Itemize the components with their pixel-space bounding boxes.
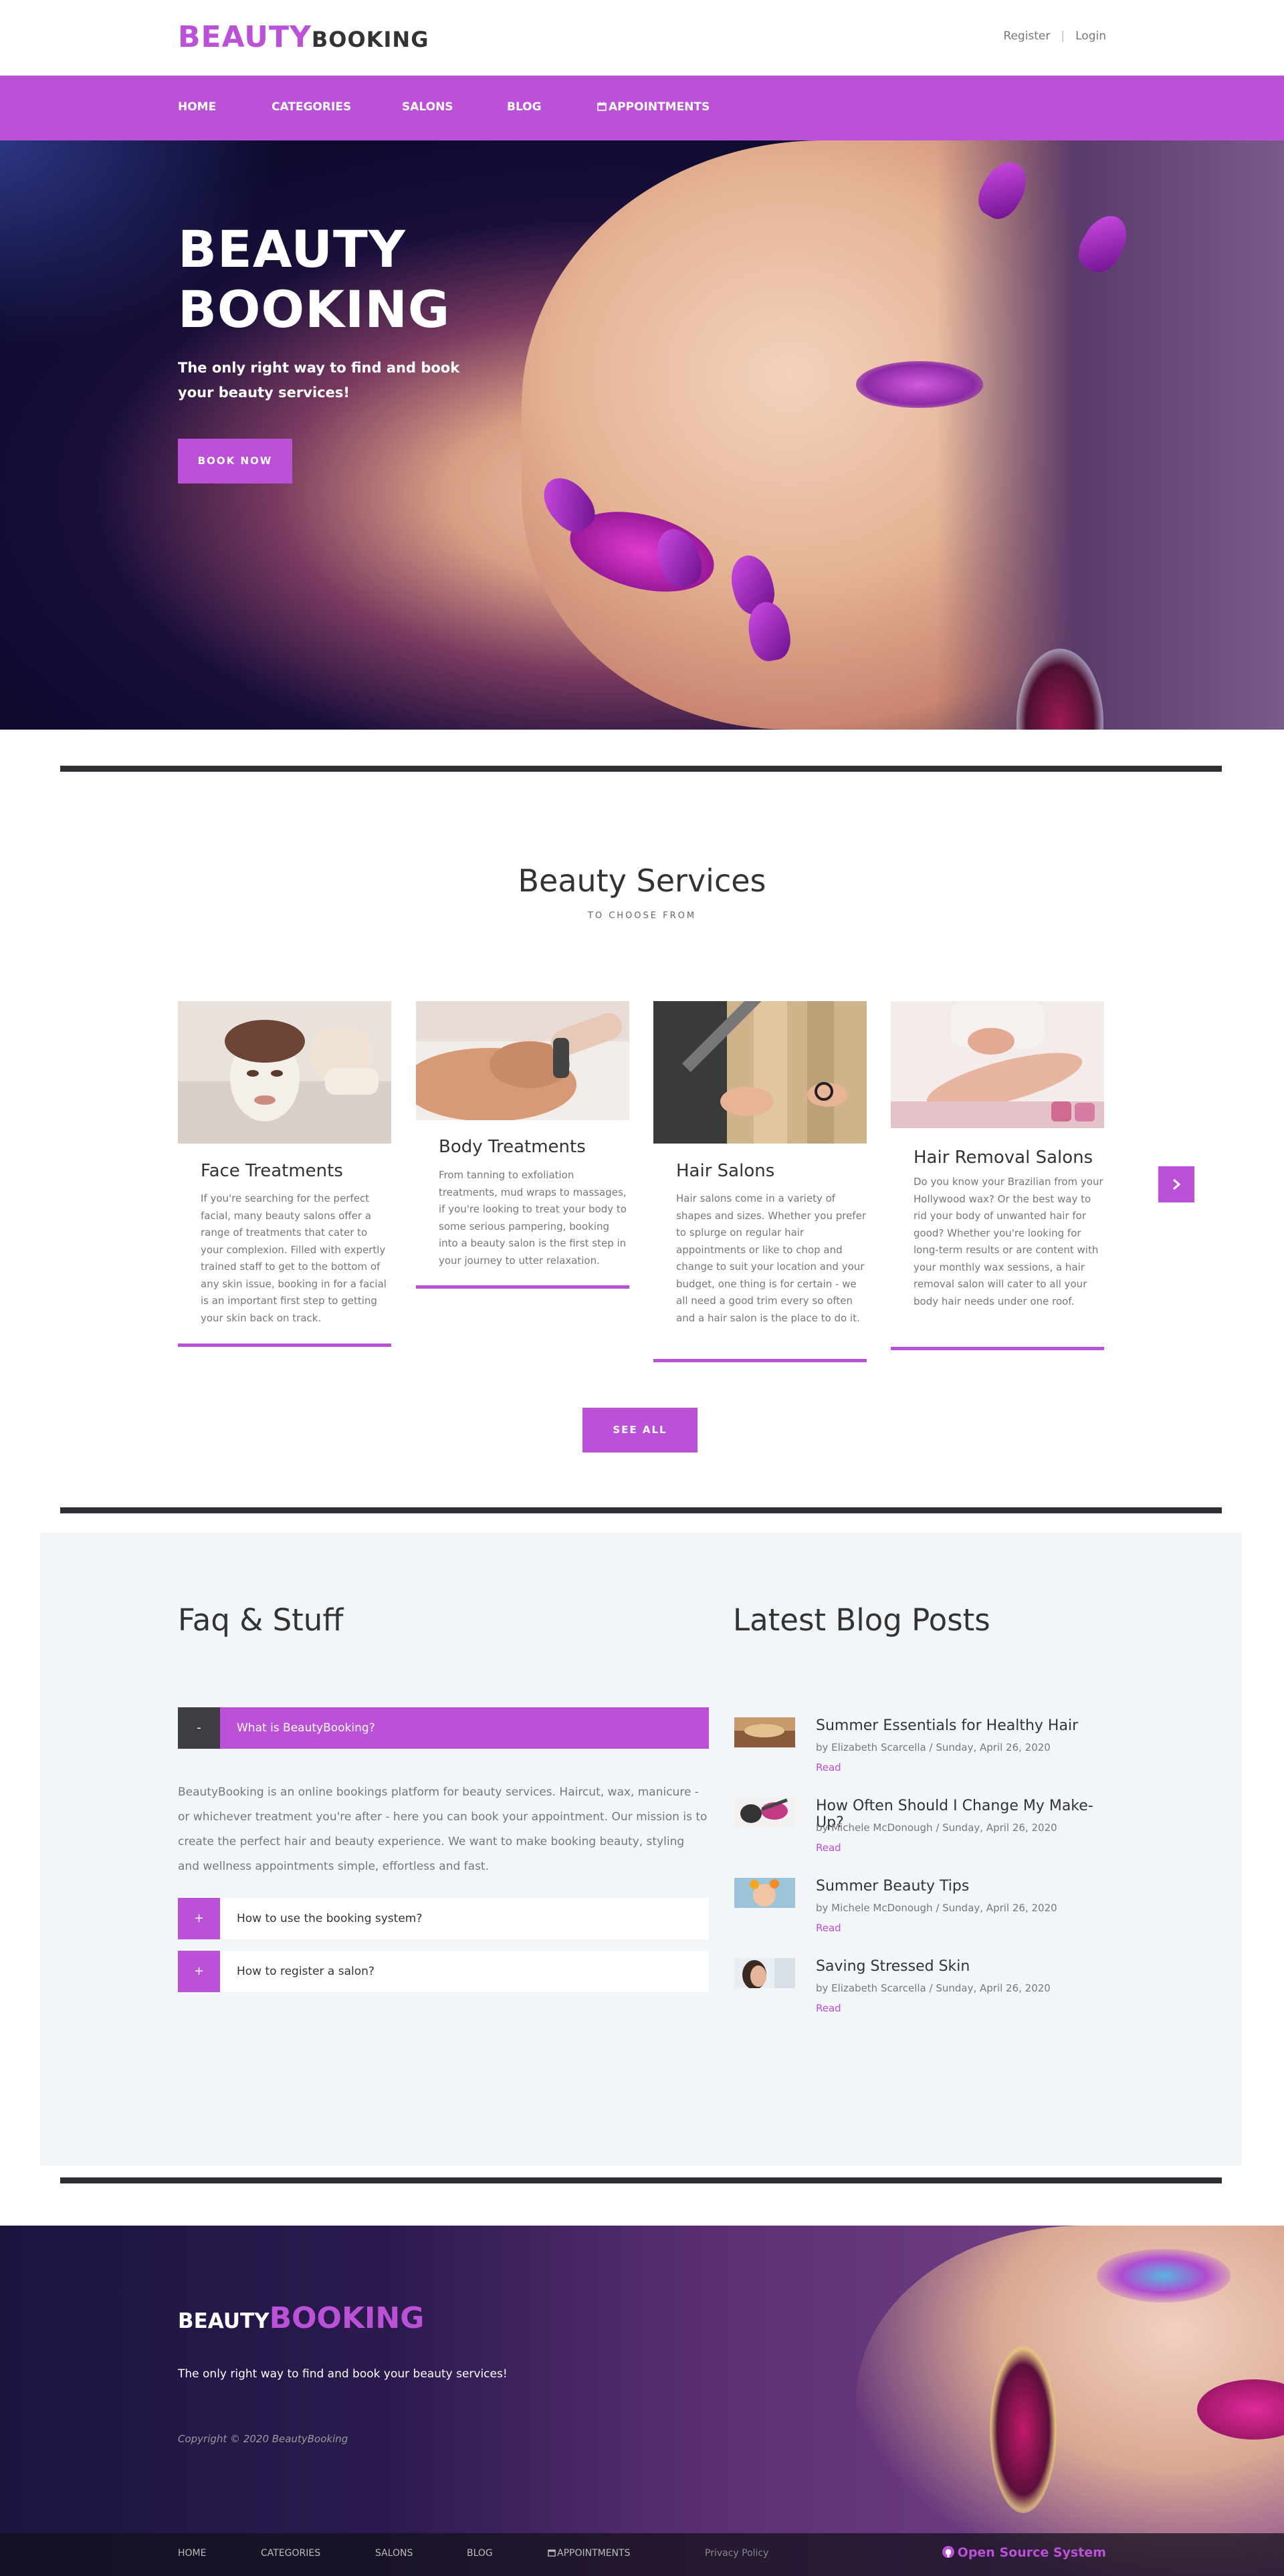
login-link[interactable]: Login — [1075, 29, 1106, 43]
book-now-button[interactable]: BOOK NOW — [178, 439, 292, 484]
blog-read-link[interactable]: Read — [816, 1922, 841, 1934]
register-link[interactable]: Register — [1003, 29, 1050, 43]
footer-earring — [990, 2346, 1057, 2513]
blog-read-link[interactable]: Read — [816, 1842, 841, 1854]
service-card-text: Hair salons come in a variety of shapes … — [676, 1192, 866, 1324]
blog-post: Summer Beauty Tips by Michele McDonough … — [734, 1878, 1109, 1958]
faq-toggle[interactable]: + — [178, 1898, 220, 1939]
logo-booking: BOOKING — [311, 27, 429, 52]
hero-eye-makeup — [856, 361, 983, 408]
faq-item[interactable]: + How to register a salon? — [178, 1951, 709, 1992]
main-nav: HOME CATEGORIES SALONS BLOG APPOINTMENTS — [0, 76, 1284, 140]
calendar-icon — [597, 102, 607, 111]
footer-nav-blog[interactable]: BLOG — [467, 2548, 493, 2559]
footer-bar: HOME CATEGORIES SALONS BLOG APPOINTMENTS… — [0, 2533, 1284, 2576]
footer-logo-beauty: BEAUTY — [178, 2309, 270, 2333]
services-subtitle: TO CHOOSE FROM — [587, 911, 697, 921]
services-title: Beauty Services — [518, 863, 766, 899]
footer-nav-appointments[interactable]: APPOINTMENTS — [548, 2548, 630, 2559]
site-header: BEAUTYBOOKING Register | Login — [0, 0, 1284, 76]
github-icon — [942, 2546, 954, 2558]
blog-post-meta: by Elizabeth Scarcella / Sunday, April 2… — [816, 1741, 1051, 1753]
faq-question: What is BeautyBooking? — [237, 1721, 375, 1735]
logo-beauty: BEAUTY — [178, 20, 312, 54]
faq-item[interactable]: - What is BeautyBooking? — [178, 1707, 709, 1749]
hero-title-line2: BOOKING — [178, 280, 451, 339]
body-treatment-image — [403, 1001, 629, 1121]
privacy-policy-link[interactable]: Privacy Policy — [705, 2548, 768, 2559]
open-source-link[interactable]: Open Source System — [942, 2545, 1106, 2560]
calendar-icon — [548, 2549, 556, 2557]
service-card[interactable]: Face Treatments If you're searching for … — [178, 1001, 391, 1347]
blog-read-link[interactable]: Read — [816, 2002, 841, 2014]
hair-salon-image — [653, 968, 867, 1144]
blog-post-title[interactable]: Saving Stressed Skin — [816, 1958, 970, 1975]
service-card[interactable]: Body Treatments From tanning to exfoliat… — [403, 1001, 629, 1289]
section-divider — [60, 1507, 1222, 1513]
service-card-text: If you're searching for the perfect faci… — [201, 1192, 387, 1324]
blog-read-link[interactable]: Read — [816, 1761, 841, 1774]
faq-title: Faq & Stuff — [178, 1602, 344, 1638]
blog-post-meta: by Michele McDonough / Sunday, April 26,… — [816, 1902, 1057, 1914]
blog-post: How Often Should I Change My Make-Up? by… — [734, 1798, 1109, 1878]
auth-links: Register | Login — [1003, 29, 1106, 43]
faq-item[interactable]: + How to use the booking system? — [178, 1898, 709, 1939]
blog-post-meta: by Elizabeth Scarcella / Sunday, April 2… — [816, 1982, 1051, 1994]
footer-logo-booking: BOOKING — [269, 2301, 425, 2335]
hero-title: BEAUTY BOOKING — [178, 219, 450, 340]
service-card[interactable]: Hair Salons Hair salons come in a variet… — [653, 968, 867, 1362]
section-divider — [60, 766, 1222, 772]
blog-thumbnail — [734, 1717, 795, 1747]
see-all-button[interactable]: SEE ALL — [582, 1408, 698, 1453]
chevron-right-icon — [1173, 1178, 1181, 1190]
service-card-title: Hair Salons — [676, 1161, 775, 1181]
footer-nav-home[interactable]: HOME — [178, 2548, 206, 2559]
hero-banner: BEAUTY BOOKING The only right way to fin… — [0, 140, 1284, 730]
footer-nav-categories[interactable]: CATEGORIES — [261, 2548, 320, 2559]
hero-title-line1: BEAUTY — [178, 219, 406, 279]
nav-blog[interactable]: BLOG — [507, 100, 542, 114]
nav-home[interactable]: HOME — [178, 100, 216, 114]
service-card-title: Hair Removal Salons — [914, 1148, 1093, 1168]
hero-subtitle: The only right way to find and book your… — [178, 360, 460, 401]
service-card[interactable]: Hair Removal Salons Do you know your Bra… — [891, 1001, 1104, 1350]
blog-thumbnail — [734, 1958, 795, 1988]
blog-title: Latest Blog Posts — [733, 1602, 990, 1638]
service-card-title: Face Treatments — [201, 1161, 343, 1181]
service-card-title: Body Treatments — [439, 1137, 586, 1157]
open-source-label: Open Source System — [957, 2545, 1106, 2560]
service-card-text: From tanning to exfoliation treatments, … — [439, 1169, 627, 1267]
footer-nav-appointments-label: APPOINTMENTS — [557, 2548, 631, 2559]
section-divider — [60, 2177, 1222, 2183]
faq-question: How to register a salon? — [237, 1965, 374, 1978]
blog-post: Saving Stressed Skin by Elizabeth Scarce… — [734, 1958, 1109, 2038]
site-logo[interactable]: BEAUTYBOOKING — [178, 20, 429, 54]
service-card-text: Do you know your Brazilian from your Hol… — [914, 1176, 1103, 1307]
faq-toggle[interactable]: - — [178, 1707, 220, 1749]
auth-separator: | — [1061, 29, 1065, 43]
footer-nav-salons[interactable]: SALONS — [375, 2548, 413, 2559]
hair-removal-image — [891, 1001, 1104, 1128]
footer-tagline: The only right way to find and book your… — [178, 2367, 508, 2381]
footer-eye-makeup — [1097, 2249, 1230, 2302]
blog-thumbnail — [734, 1798, 795, 1828]
nav-appointments[interactable]: APPOINTMENTS — [597, 100, 710, 114]
faq-question: How to use the booking system? — [237, 1912, 423, 1925]
faq-answer: BeautyBooking is an online bookings plat… — [178, 1786, 708, 1873]
face-treatment-image — [178, 1001, 391, 1144]
nav-salons[interactable]: SALONS — [402, 100, 453, 114]
site-footer: BEAUTYBOOKING The only right way to find… — [0, 2226, 1284, 2576]
carousel-next-button[interactable] — [1158, 1166, 1194, 1202]
faq-toggle[interactable]: + — [178, 1951, 220, 1992]
blog-post-meta: by Michele McDonough / Sunday, April 26,… — [816, 1822, 1057, 1834]
footer-logo[interactable]: BEAUTYBOOKING — [178, 2301, 424, 2335]
nav-categories[interactable]: CATEGORIES — [272, 100, 351, 114]
blog-thumbnail — [734, 1878, 795, 1908]
blog-post-title[interactable]: Summer Essentials for Healthy Hair — [816, 1717, 1078, 1734]
footer-copyright: Copyright © 2020 BeautyBooking — [178, 2433, 348, 2445]
blog-post-title[interactable]: Summer Beauty Tips — [816, 1878, 969, 1895]
nav-appointments-label: APPOINTMENTS — [609, 100, 710, 114]
blog-post: Summer Essentials for Healthy Hair by El… — [734, 1717, 1109, 1798]
